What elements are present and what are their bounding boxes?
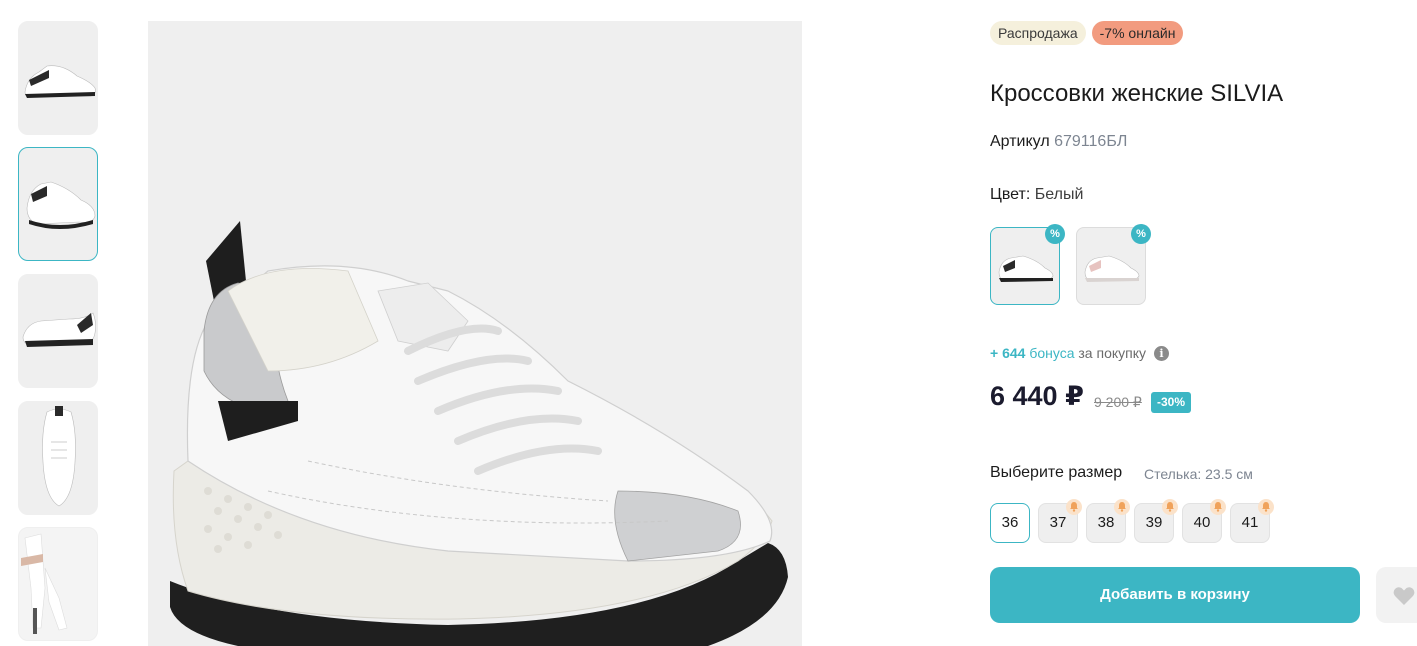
discount-badge: -30%: [1151, 392, 1192, 413]
sale-badge: Распродажа: [990, 21, 1086, 45]
model-thumbnail-image: [19, 528, 97, 640]
favorite-button[interactable]: [1376, 567, 1417, 623]
online-discount-badge: -7% онлайн: [1091, 21, 1184, 45]
bell-icon: [1114, 499, 1130, 515]
size-value: 36: [1001, 514, 1019, 531]
old-price: 9 200 ₽: [1094, 394, 1142, 410]
size-option-38[interactable]: 38: [1086, 499, 1130, 543]
size-option-36[interactable]: 36: [990, 503, 1030, 543]
insole-length: Стелька: 23.5 см: [1144, 466, 1253, 482]
size-value: 40: [1193, 514, 1211, 531]
size-option-37[interactable]: 37: [1038, 499, 1082, 543]
heart-icon: [1393, 587, 1415, 605]
bonus-info: + 644 бонуса за покупку i: [990, 345, 1169, 361]
bell-icon: [1258, 499, 1274, 515]
color-option-pink[interactable]: %: [1076, 224, 1151, 305]
sku-row: Артикул 679116БЛ: [990, 133, 1127, 151]
thumbnail-top-view[interactable]: [18, 401, 98, 515]
discount-percent-icon: %: [1131, 224, 1151, 244]
size-label: Выберите размер: [990, 464, 1123, 481]
bonus-suffix: за покупку: [1074, 345, 1146, 361]
main-product-image: [148, 21, 802, 646]
size-option-41[interactable]: 41: [1230, 499, 1274, 543]
discount-percent-icon: %: [1045, 224, 1065, 244]
size-option-40[interactable]: 40: [1182, 499, 1226, 543]
bonus-prefix: +: [990, 345, 1003, 361]
sku-value: 679116БЛ: [1054, 133, 1128, 150]
thumbnail-back-view[interactable]: [18, 274, 98, 388]
info-icon[interactable]: i: [1154, 345, 1169, 361]
size-value: 38: [1097, 514, 1115, 531]
color-option-white[interactable]: %: [990, 224, 1065, 305]
size-value: 41: [1241, 514, 1259, 531]
color-row: Цвет: Белый: [990, 186, 1083, 204]
thumbnail-on-model-view[interactable]: [18, 527, 98, 641]
product-info-panel: Распродажа -7% онлайн Кроссовки женские …: [990, 0, 1417, 646]
color-value: Белый: [1034, 186, 1084, 203]
current-price: 6 440 ₽: [990, 381, 1084, 411]
bell-icon: [1210, 499, 1226, 515]
thumbnail-three-quarter-view[interactable]: [18, 147, 98, 261]
sneaker-thumbnail-image: [26, 181, 96, 229]
sneaker-main-image: [170, 221, 788, 646]
sneaker-thumbnail-image: [42, 406, 76, 507]
product-title: Кроссовки женские SILVIA: [990, 80, 1284, 107]
bell-icon: [1066, 499, 1082, 515]
bonus-word: бонуса: [1025, 345, 1075, 361]
size-value: 37: [1049, 514, 1067, 531]
size-option-39[interactable]: 39: [1134, 499, 1178, 543]
bell-icon: [1162, 499, 1178, 515]
sku-label: Артикул: [990, 133, 1050, 150]
size-value: 39: [1145, 514, 1163, 531]
badge-row: Распродажа -7% онлайн: [990, 21, 1184, 45]
bonus-amount: 644: [1002, 345, 1026, 361]
sneaker-thumbnail-image: [22, 312, 96, 347]
sneaker-thumbnail-image: [24, 65, 96, 98]
thumbnail-side-view[interactable]: [18, 21, 98, 135]
color-label: Цвет:: [990, 186, 1031, 203]
add-to-cart-button[interactable]: Добавить в корзину: [990, 567, 1360, 623]
